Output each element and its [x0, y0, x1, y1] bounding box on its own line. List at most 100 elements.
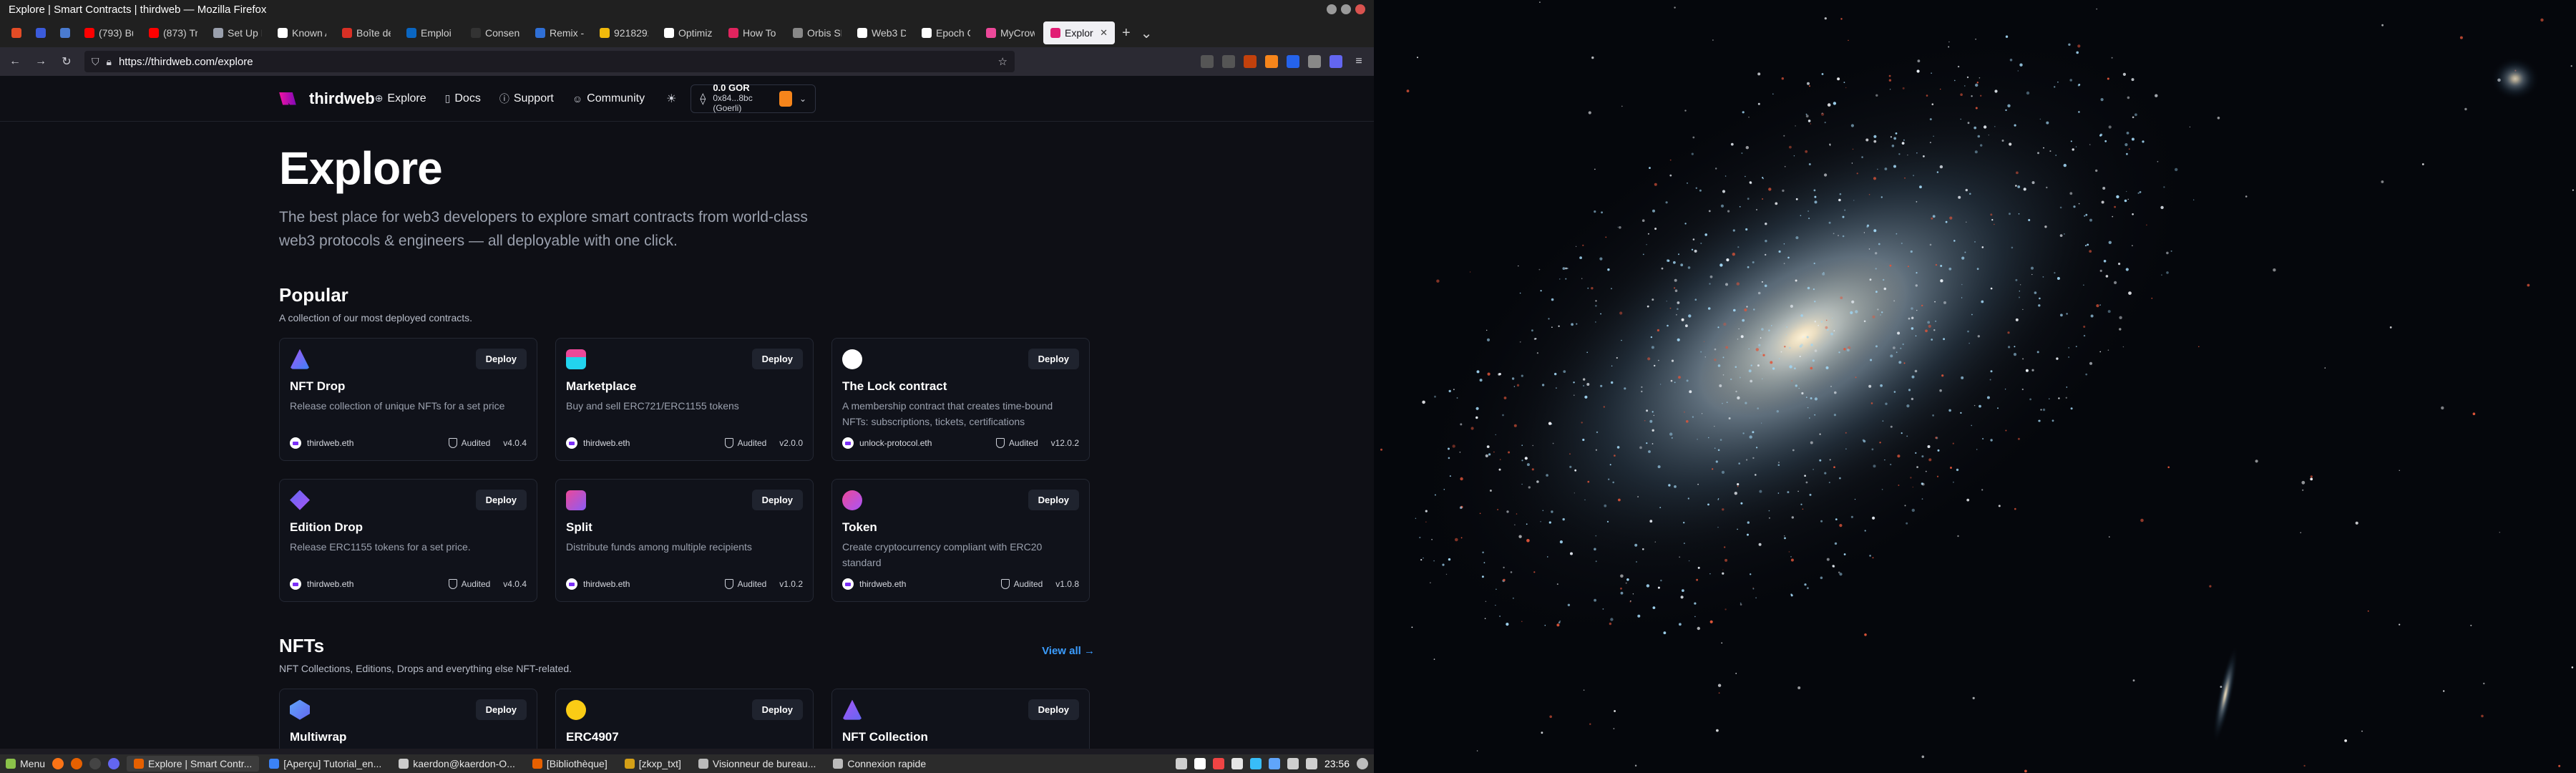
theme-toggle-icon[interactable]: ☀: [666, 92, 676, 106]
tray-icon[interactable]: [1194, 758, 1206, 769]
tray-icon[interactable]: [1175, 758, 1187, 769]
publisher-link[interactable]: thirdweb.eth: [307, 579, 353, 589]
nav-docs[interactable]: ▯ Docs: [445, 92, 481, 105]
publisher-link[interactable]: thirdweb.eth: [307, 438, 353, 448]
browser-tab[interactable]: (793) Bui: [77, 21, 140, 44]
tray-icon[interactable]: [1268, 758, 1280, 769]
nav-community[interactable]: ☺ Community: [572, 92, 645, 105]
deploy-button[interactable]: Deploy: [475, 699, 527, 721]
deploy-button[interactable]: Deploy: [1028, 349, 1079, 370]
taskbar-window-button[interactable]: Explore | Smart Contr...: [127, 756, 260, 772]
taskbar-window-button[interactable]: [Aperçu] Tutorial_en...: [262, 756, 389, 772]
thirdweb-logo[interactable]: thirdweb: [279, 89, 375, 108]
deploy-button[interactable]: Deploy: [475, 490, 527, 511]
view-all-link[interactable]: View all →: [1042, 645, 1095, 657]
metamask-extension-icon[interactable]: [1265, 55, 1278, 68]
taskbar-window-button[interactable]: Visionneur de bureau...: [691, 756, 824, 772]
browser-tab[interactable]: Optimiz: [657, 21, 720, 44]
tray-icon[interactable]: [1249, 758, 1262, 769]
deploy-button[interactable]: Deploy: [751, 349, 803, 370]
terminal-launcher-icon[interactable]: [89, 758, 102, 769]
list-all-tabs-icon[interactable]: ⌄: [1141, 24, 1153, 42]
deploy-button[interactable]: Deploy: [475, 349, 527, 370]
clock[interactable]: 23:56: [1324, 758, 1350, 769]
url-bar[interactable]: ⛉ 🔒︎ https://thirdweb.com/explore ☆: [84, 51, 1015, 72]
browser-tab[interactable]: 9218292: [592, 21, 655, 44]
downloads-icon[interactable]: [1222, 55, 1235, 68]
nav-explore[interactable]: ⊕ Explore: [375, 92, 426, 105]
firefox-launcher-icon[interactable]: [71, 758, 83, 769]
browser-tab[interactable]: Orbis SD: [786, 21, 849, 44]
pocket-icon[interactable]: [1201, 55, 1214, 68]
network-icon[interactable]: [1287, 758, 1299, 769]
deploy-button[interactable]: Deploy: [751, 490, 803, 511]
nav-support[interactable]: ⓘ Support: [499, 92, 554, 106]
browser-tab[interactable]: Epoch Co: [914, 21, 977, 44]
browser-tab[interactable]: Emploi: [399, 21, 462, 44]
lock-icon[interactable]: 🔒︎: [107, 56, 112, 68]
contract-card[interactable]: Deploy Split Distribute funds among multip…: [555, 479, 814, 603]
close-tab-icon[interactable]: ✕: [1100, 27, 1108, 39]
tray-icon[interactable]: [1212, 758, 1224, 769]
extension-icon[interactable]: [1308, 55, 1321, 68]
volume-icon[interactable]: [1305, 758, 1317, 769]
browser-tab[interactable]: Remix - E: [528, 21, 591, 44]
close-window-button[interactable]: [1355, 4, 1365, 14]
browser-tab[interactable]: MyCrow: [979, 21, 1042, 44]
browser-tab[interactable]: Boîte de: [335, 21, 398, 44]
star: [1862, 439, 1865, 442]
browser-tab[interactable]: [53, 21, 76, 44]
taskbar-window-button[interactable]: kaerdon@kaerdon-O...: [391, 756, 522, 772]
launcher-icon[interactable]: [52, 758, 64, 769]
extension-icon[interactable]: [1330, 55, 1342, 68]
new-tab-icon[interactable]: +: [1122, 25, 1131, 42]
browser-tab[interactable]: [4, 21, 27, 44]
deploy-button[interactable]: Deploy: [1028, 699, 1079, 721]
extension-icon[interactable]: [1287, 55, 1299, 68]
hamburger-menu-icon[interactable]: ≡: [1351, 54, 1367, 69]
taskbar-window-button[interactable]: [zkxp_txt]: [618, 756, 688, 772]
browser-tab[interactable]: Set Up E: [206, 21, 269, 44]
publisher-link[interactable]: thirdweb.eth: [583, 438, 630, 448]
contract-card[interactable]: Deploy The Lock contract A membership cont…: [831, 338, 1090, 462]
deploy-button[interactable]: Deploy: [1028, 490, 1079, 511]
minimize-button[interactable]: [1327, 4, 1337, 14]
start-menu-button[interactable]: Menu: [6, 758, 45, 769]
publisher-link[interactable]: thirdweb.eth: [583, 579, 630, 589]
browser-tab[interactable]: Known A: [270, 21, 333, 44]
star: [1614, 710, 1616, 712]
publisher-link[interactable]: unlock-protocol.eth: [859, 438, 932, 448]
wallet-button[interactable]: ⟠ 0.0 GOR 0x84...8bc (Goerli) ⌄: [691, 82, 816, 113]
bookmark-star-icon[interactable]: ☆: [998, 55, 1008, 68]
deploy-button[interactable]: Deploy: [751, 699, 803, 721]
star: [1740, 335, 1744, 339]
contract-card[interactable]: Deploy Multiwrap: [279, 689, 537, 749]
browser-tab[interactable]: Consens: [464, 21, 527, 44]
star: [1470, 427, 1474, 430]
publisher-link[interactable]: thirdweb.eth: [859, 579, 906, 589]
reload-icon[interactable]: ↻: [59, 54, 74, 69]
maximize-button[interactable]: [1341, 4, 1351, 14]
extension-icon[interactable]: [1244, 55, 1257, 68]
shield-icon[interactable]: ⛉: [92, 56, 99, 68]
contract-card[interactable]: Deploy Token Create cryptocurrency complia…: [831, 479, 1090, 603]
contract-card[interactable]: Deploy ERC4907: [555, 689, 814, 749]
taskbar-window-button[interactable]: Connexion rapide: [826, 756, 933, 772]
taskbar-window-button[interactable]: [Bibliothèque]: [525, 756, 615, 772]
tray-icon[interactable]: [1231, 758, 1243, 769]
browser-tab[interactable]: (873) Tra: [142, 21, 205, 44]
contract-card[interactable]: Deploy NFT Collection: [831, 689, 1090, 749]
files-launcher-icon[interactable]: [108, 758, 120, 769]
contract-card[interactable]: Deploy NFT Drop Release collection of uniq…: [279, 338, 537, 462]
browser-tab[interactable]: [29, 21, 52, 44]
forward-icon[interactable]: →: [33, 54, 49, 69]
browser-tab[interactable]: How To: [721, 21, 784, 44]
back-icon[interactable]: ←: [7, 54, 23, 69]
browser-tab[interactable]: Web3 De: [850, 21, 913, 44]
url-text[interactable]: https://thirdweb.com/explore: [119, 56, 991, 68]
section-header: Popular: [279, 284, 1095, 306]
contract-card[interactable]: Deploy Edition Drop Release ERC1155 tokens…: [279, 479, 537, 603]
settings-gear-icon[interactable]: [1357, 758, 1368, 769]
contract-card[interactable]: Deploy Marketplace Buy and sell ERC721/ERC…: [555, 338, 814, 462]
tab-active[interactable]: Explor ✕: [1043, 21, 1115, 44]
